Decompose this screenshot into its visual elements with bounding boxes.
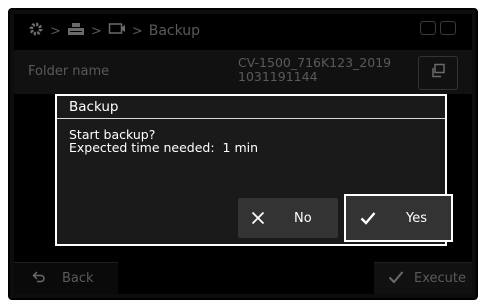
dialog-message: Start backup? Expected time needed: 1 mi… [69, 128, 258, 154]
status-icon [440, 21, 456, 35]
status-icons [420, 21, 456, 35]
device-screen-frame: > > > Backup Folder name CV-1500_716K123… [8, 8, 478, 300]
folder-name-value-line2: 1031191144 [238, 69, 318, 84]
check-icon [388, 270, 404, 288]
back-label: Back [62, 271, 94, 286]
device-icon [67, 22, 85, 40]
breadcrumb-separator: > [131, 23, 143, 39]
close-icon [250, 210, 266, 226]
bottom-bar: Back Execute [14, 260, 472, 294]
backup-dialog: Backup Start backup? Expected time neede… [55, 94, 453, 246]
yes-label: Yes [406, 210, 427, 226]
gear-icon [28, 21, 44, 41]
screen: > > > Backup Folder name CV-1500_716K123… [14, 14, 472, 294]
back-button[interactable]: Back [14, 262, 118, 294]
copy-icon [430, 63, 446, 83]
no-label: No [294, 210, 312, 226]
dialog-message-line2: Expected time needed: 1 min [69, 140, 259, 155]
breadcrumb: > > > Backup [28, 18, 200, 44]
dialog-title: Backup [57, 96, 445, 119]
copy-button[interactable] [418, 56, 458, 90]
monitor-icon [108, 22, 126, 40]
breadcrumb-separator: > [90, 23, 102, 39]
back-icon [32, 270, 46, 287]
check-icon [360, 210, 376, 226]
execute-label: Execute [414, 271, 466, 286]
execute-button[interactable]: Execute [374, 262, 472, 294]
yes-button[interactable]: Yes [344, 194, 453, 242]
folder-row: Folder name CV-1500_716K123_2019 1031191… [14, 50, 472, 94]
status-icon [420, 21, 436, 35]
no-button[interactable]: No [238, 198, 338, 238]
folder-name-label: Folder name [28, 64, 110, 79]
breadcrumb-current: Backup [148, 23, 201, 39]
folder-name-value: CV-1500_716K123_2019 1031191144 [238, 56, 410, 84]
folder-name-value-line1: CV-1500_716K123_2019 [238, 55, 392, 70]
breadcrumb-separator: > [50, 23, 61, 39]
